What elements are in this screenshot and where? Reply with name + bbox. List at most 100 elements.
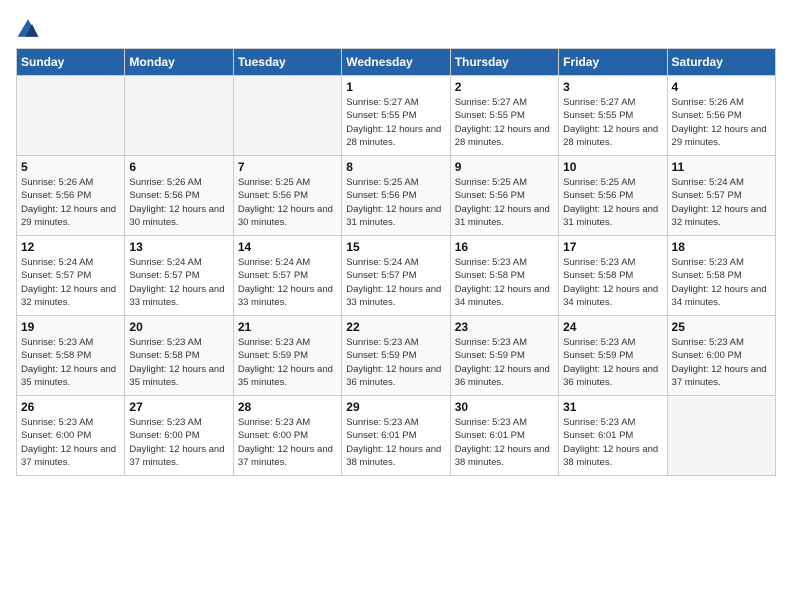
day-info: Sunrise: 5:25 AMSunset: 5:56 PMDaylight:… [455,176,554,229]
day-info: Sunrise: 5:23 AMSunset: 5:59 PMDaylight:… [346,336,445,389]
day-info: Sunrise: 5:27 AMSunset: 5:55 PMDaylight:… [455,96,554,149]
day-info: Sunrise: 5:23 AMSunset: 6:01 PMDaylight:… [563,416,662,469]
calendar-week-row: 1 Sunrise: 5:27 AMSunset: 5:55 PMDaylight… [17,76,776,156]
day-number: 29 [346,400,445,414]
day-number: 11 [672,160,771,174]
day-info: Sunrise: 5:27 AMSunset: 5:55 PMDaylight:… [346,96,445,149]
day-number: 22 [346,320,445,334]
day-number: 27 [129,400,228,414]
calendar-day-cell: 28Sunrise: 5:23 AMSunset: 6:00 PMDayligh… [233,396,341,476]
day-info: Sunrise: 5:24 AMSunset: 5:57 PMDaylight:… [21,256,120,309]
calendar-day-cell: 22 Sunrise: 5:23 AMSunset: 5:59 PMDayligh… [342,316,450,396]
day-number: 15 [346,240,445,254]
logo-icon [16,16,40,40]
day-info: Sunrise: 5:25 AMSunset: 5:56 PMDaylight:… [346,176,445,229]
calendar-day-cell: 31 Sunrise: 5:23 AMSunset: 6:01 PMDayligh… [559,396,667,476]
day-info: Sunrise: 5:23 AMSunset: 6:01 PMDaylight:… [346,416,445,469]
calendar-day-cell: 25 Sunrise: 5:23 AMSunset: 6:00 PMDayligh… [667,316,775,396]
calendar-day-cell: 9 Sunrise: 5:25 AMSunset: 5:56 PMDaylight… [450,156,558,236]
day-info: Sunrise: 5:26 AMSunset: 5:56 PMDaylight:… [672,96,771,149]
calendar-table: SundayMondayTuesdayWednesdayThursdayFrid… [16,48,776,476]
day-number: 24 [563,320,662,334]
day-number: 26 [21,400,120,414]
day-info: Sunrise: 5:25 AMSunset: 5:56 PMDaylight:… [238,176,337,229]
day-number: 5 [21,160,120,174]
weekday-header: Wednesday [342,49,450,76]
calendar-week-row: 5 Sunrise: 5:26 AMSunset: 5:56 PMDaylight… [17,156,776,236]
day-number: 8 [346,160,445,174]
day-info: Sunrise: 5:24 AMSunset: 5:57 PMDaylight:… [672,176,771,229]
calendar-day-cell: 24 Sunrise: 5:23 AMSunset: 5:59 PMDayligh… [559,316,667,396]
day-number: 18 [672,240,771,254]
day-number: 6 [129,160,228,174]
calendar-day-cell: 2 Sunrise: 5:27 AMSunset: 5:55 PMDaylight… [450,76,558,156]
calendar-day-cell: 27 Sunrise: 5:23 AMSunset: 6:00 PMDayligh… [125,396,233,476]
weekday-header: Friday [559,49,667,76]
calendar-day-cell: 21 Sunrise: 5:23 AMSunset: 5:59 PMDayligh… [233,316,341,396]
day-number: 7 [238,160,337,174]
calendar-day-cell [667,396,775,476]
day-info: Sunrise: 5:23 AMSunset: 5:59 PMDaylight:… [455,336,554,389]
day-number: 30 [455,400,554,414]
calendar-day-cell: 15 Sunrise: 5:24 AMSunset: 5:57 PMDayligh… [342,236,450,316]
day-number: 13 [129,240,228,254]
logo [16,16,44,40]
weekday-header-row: SundayMondayTuesdayWednesdayThursdayFrid… [17,49,776,76]
calendar-day-cell: 16Sunrise: 5:23 AMSunset: 5:58 PMDayligh… [450,236,558,316]
calendar-day-cell [125,76,233,156]
calendar-day-cell: 14Sunrise: 5:24 AMSunset: 5:57 PMDayligh… [233,236,341,316]
calendar-day-cell: 18Sunrise: 5:23 AMSunset: 5:58 PMDayligh… [667,236,775,316]
day-info: Sunrise: 5:23 AMSunset: 5:59 PMDaylight:… [563,336,662,389]
header [16,16,776,40]
day-number: 28 [238,400,337,414]
day-number: 21 [238,320,337,334]
weekday-header: Tuesday [233,49,341,76]
calendar-day-cell: 11 Sunrise: 5:24 AMSunset: 5:57 PMDayligh… [667,156,775,236]
day-info: Sunrise: 5:25 AMSunset: 5:56 PMDaylight:… [563,176,662,229]
calendar-day-cell: 3 Sunrise: 5:27 AMSunset: 5:55 PMDaylight… [559,76,667,156]
calendar-day-cell: 1 Sunrise: 5:27 AMSunset: 5:55 PMDaylight… [342,76,450,156]
calendar-day-cell: 6 Sunrise: 5:26 AMSunset: 5:56 PMDaylight… [125,156,233,236]
calendar-day-cell: 29 Sunrise: 5:23 AMSunset: 6:01 PMDayligh… [342,396,450,476]
weekday-header: Sunday [17,49,125,76]
day-number: 25 [672,320,771,334]
day-info: Sunrise: 5:23 AMSunset: 6:00 PMDaylight:… [129,416,228,469]
day-number: 9 [455,160,554,174]
day-info: Sunrise: 5:26 AMSunset: 5:56 PMDaylight:… [129,176,228,229]
calendar-day-cell: 12 Sunrise: 5:24 AMSunset: 5:57 PMDayligh… [17,236,125,316]
day-info: Sunrise: 5:23 AMSunset: 5:58 PMDaylight:… [129,336,228,389]
weekday-header: Saturday [667,49,775,76]
calendar-day-cell: 26Sunrise: 5:23 AMSunset: 6:00 PMDayligh… [17,396,125,476]
calendar-day-cell: 19 Sunrise: 5:23 AMSunset: 5:58 PMDayligh… [17,316,125,396]
day-number: 31 [563,400,662,414]
day-number: 1 [346,80,445,94]
calendar-day-cell: 23 Sunrise: 5:23 AMSunset: 5:59 PMDayligh… [450,316,558,396]
day-number: 4 [672,80,771,94]
day-info: Sunrise: 5:24 AMSunset: 5:57 PMDaylight:… [346,256,445,309]
calendar-day-cell: 8 Sunrise: 5:25 AMSunset: 5:56 PMDaylight… [342,156,450,236]
calendar-week-row: 19 Sunrise: 5:23 AMSunset: 5:58 PMDayligh… [17,316,776,396]
weekday-header: Monday [125,49,233,76]
day-number: 2 [455,80,554,94]
day-info: Sunrise: 5:27 AMSunset: 5:55 PMDaylight:… [563,96,662,149]
calendar-day-cell: 4 Sunrise: 5:26 AMSunset: 5:56 PMDaylight… [667,76,775,156]
day-info: Sunrise: 5:23 AMSunset: 5:59 PMDaylight:… [238,336,337,389]
calendar-day-cell: 30Sunrise: 5:23 AMSunset: 6:01 PMDayligh… [450,396,558,476]
day-number: 23 [455,320,554,334]
day-info: Sunrise: 5:26 AMSunset: 5:56 PMDaylight:… [21,176,120,229]
day-info: Sunrise: 5:23 AMSunset: 6:00 PMDaylight:… [672,336,771,389]
day-number: 17 [563,240,662,254]
day-number: 19 [21,320,120,334]
calendar-week-row: 12 Sunrise: 5:24 AMSunset: 5:57 PMDayligh… [17,236,776,316]
day-number: 14 [238,240,337,254]
day-number: 12 [21,240,120,254]
day-info: Sunrise: 5:23 AMSunset: 5:58 PMDaylight:… [21,336,120,389]
day-number: 3 [563,80,662,94]
calendar-day-cell: 10Sunrise: 5:25 AMSunset: 5:56 PMDayligh… [559,156,667,236]
day-number: 16 [455,240,554,254]
calendar-day-cell: 7 Sunrise: 5:25 AMSunset: 5:56 PMDaylight… [233,156,341,236]
day-number: 20 [129,320,228,334]
calendar-day-cell [233,76,341,156]
calendar-day-cell [17,76,125,156]
day-info: Sunrise: 5:24 AMSunset: 5:57 PMDaylight:… [129,256,228,309]
